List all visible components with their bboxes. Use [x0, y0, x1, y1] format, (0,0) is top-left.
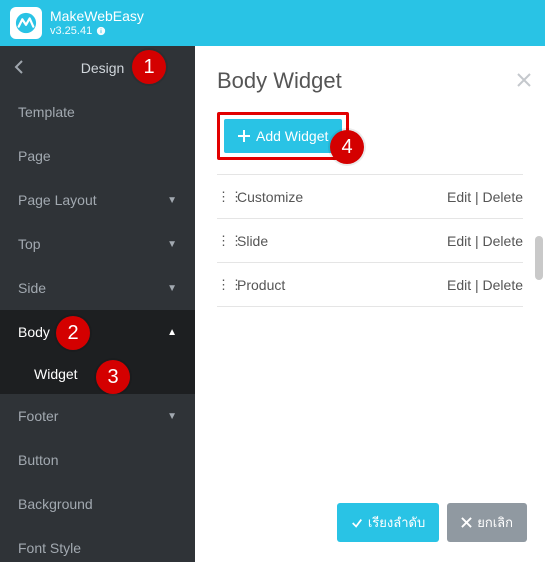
sidebar-item-label: Template: [18, 104, 75, 120]
sidebar-item-top[interactable]: Top ▼: [0, 222, 195, 266]
widget-row: ⋮⋮ Customize Edit | Delete: [217, 175, 523, 219]
sidebar-item-label: Widget: [34, 366, 78, 382]
sidebar-item-label: Body: [18, 324, 50, 340]
callout-1: 1: [132, 50, 166, 84]
edit-link[interactable]: Edit: [447, 277, 471, 293]
scrollbar[interactable]: [535, 236, 543, 280]
sidebar: Design Template Page Page Layout ▼ Top ▼…: [0, 46, 195, 562]
callout-3: 3: [96, 360, 130, 394]
widget-name: Slide: [237, 233, 447, 249]
confirm-sort-button[interactable]: เรียงลำดับ: [337, 503, 439, 542]
chevron-up-icon: ▲: [167, 327, 177, 338]
brand-logo: [10, 7, 42, 39]
edit-link[interactable]: Edit: [447, 189, 471, 205]
chevron-down-icon: ▼: [167, 195, 177, 206]
sidebar-item-label: Footer: [18, 408, 58, 424]
action-separator: |: [471, 233, 482, 249]
sidebar-item-page-layout[interactable]: Page Layout ▼: [0, 178, 195, 222]
close-icon: [517, 73, 531, 87]
sidebar-item-side[interactable]: Side ▼: [0, 266, 195, 310]
topbar: MakeWebEasy v3.25.41: [0, 0, 545, 46]
sidebar-item-label: Side: [18, 280, 46, 296]
sidebar-item-label: Page: [18, 148, 51, 164]
cancel-label: ยกเลิก: [477, 512, 513, 533]
sidebar-item-page[interactable]: Page: [0, 134, 195, 178]
back-icon[interactable]: [14, 60, 24, 77]
panel-title: Body Widget: [217, 68, 523, 94]
sidebar-item-font-style[interactable]: Font Style: [0, 526, 195, 562]
sidebar-item-template[interactable]: Template: [0, 90, 195, 134]
widget-actions: Edit | Delete: [447, 277, 523, 293]
brand-text: MakeWebEasy v3.25.41: [50, 9, 144, 36]
widget-row: ⋮⋮ Product Edit | Delete: [217, 263, 523, 307]
sidebar-item-label: Button: [18, 452, 58, 468]
drag-handle-icon[interactable]: ⋮⋮: [217, 277, 231, 293]
sidebar-item-label: Top: [18, 236, 41, 252]
widget-actions: Edit | Delete: [447, 233, 523, 249]
sidebar-item-label: Page Layout: [18, 192, 97, 208]
delete-link[interactable]: Delete: [483, 233, 523, 249]
check-icon: [351, 517, 363, 529]
version-text: v3.25.41: [50, 25, 92, 37]
widget-row: ⋮⋮ Slide Edit | Delete: [217, 219, 523, 263]
content-panel: Body Widget Add Widget ⋮⋮ Customize Edit…: [195, 46, 545, 562]
widget-name: Product: [237, 277, 447, 293]
drag-handle-icon[interactable]: ⋮⋮: [217, 189, 231, 205]
sidebar-item-label: Background: [18, 496, 93, 512]
close-button[interactable]: [517, 70, 531, 93]
add-widget-button[interactable]: Add Widget: [224, 119, 342, 153]
brand-name: MakeWebEasy: [50, 9, 144, 24]
edit-link[interactable]: Edit: [447, 233, 471, 249]
widget-list: ⋮⋮ Customize Edit | Delete ⋮⋮ Slide Edit…: [217, 174, 523, 307]
sidebar-item-label: Font Style: [18, 540, 81, 556]
cancel-button[interactable]: ยกเลิก: [447, 503, 527, 542]
brand-logo-icon: [15, 12, 37, 34]
chevron-down-icon: ▼: [167, 283, 177, 294]
plus-icon: [238, 130, 250, 142]
chevron-left-icon: [14, 60, 24, 74]
sidebar-item-button[interactable]: Button: [0, 438, 195, 482]
chevron-down-icon: ▼: [167, 239, 177, 250]
footer-buttons: เรียงลำดับ ยกเลิก: [337, 503, 527, 542]
delete-link[interactable]: Delete: [483, 189, 523, 205]
brand-version: v3.25.41: [50, 25, 144, 37]
add-widget-label: Add Widget: [256, 128, 328, 144]
sidebar-item-background[interactable]: Background: [0, 482, 195, 526]
callout-2: 2: [56, 316, 90, 350]
delete-link[interactable]: Delete: [483, 277, 523, 293]
callout-4: 4: [330, 130, 364, 164]
chevron-down-icon: ▼: [167, 411, 177, 422]
sidebar-item-body[interactable]: Body ▲: [0, 310, 195, 354]
widget-name: Customize: [237, 189, 447, 205]
widget-actions: Edit | Delete: [447, 189, 523, 205]
sidebar-item-footer[interactable]: Footer ▼: [0, 394, 195, 438]
drag-handle-icon[interactable]: ⋮⋮: [217, 233, 231, 249]
info-icon: [96, 26, 106, 36]
x-icon: [461, 517, 472, 528]
add-widget-highlight: Add Widget: [217, 112, 349, 160]
sidebar-title: Design: [81, 60, 125, 76]
action-separator: |: [471, 277, 482, 293]
action-separator: |: [471, 189, 482, 205]
confirm-label: เรียงลำดับ: [368, 512, 425, 533]
